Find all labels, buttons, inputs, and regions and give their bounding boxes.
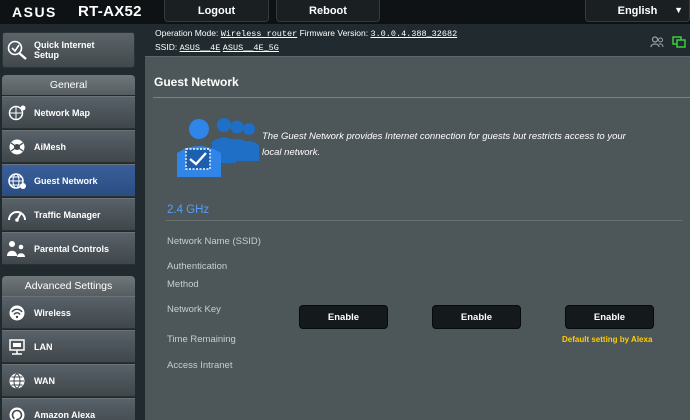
- field-label-auth-line2: Method: [167, 279, 199, 290]
- sidebar-item-guest-network[interactable]: Guest Network: [2, 164, 135, 197]
- lan-icon: [2, 330, 32, 363]
- wand-icon: [6, 39, 28, 66]
- chevron-down-icon: ▼: [674, 5, 683, 15]
- guest-network-description: The Guest Network provides Internet conn…: [262, 131, 626, 158]
- sidebar-item-label: Guest Network: [34, 175, 98, 186]
- quick-setup-label-line2: Setup: [34, 50, 60, 60]
- asus-logo: ASUS: [12, 2, 72, 22]
- quick-setup-label-line1: Quick Internet: [34, 40, 95, 50]
- band-label-2-4ghz: 2.4 GHz: [167, 204, 210, 216]
- field-label-access-intranet: Access Intranet: [167, 360, 233, 371]
- sidebar-item-parental-controls[interactable]: Parental Controls: [2, 232, 135, 265]
- sidebar-item-label: Network Map: [34, 107, 91, 118]
- reboot-button[interactable]: Reboot: [276, 0, 380, 22]
- sidebar-item-lan[interactable]: LAN: [2, 330, 135, 363]
- field-label-auth-line1: Authentication: [167, 261, 228, 272]
- sidebar: Quick Internet Setup General Network Map…: [0, 30, 136, 420]
- asus-logo-mark: ASUS: [12, 5, 57, 19]
- sidebar-item-label: Amazon Alexa: [34, 409, 96, 420]
- language-select[interactable]: English ▼: [585, 0, 690, 22]
- status-line-ssid: SSID: ASUS__4E ASUS__4E_5G: [155, 42, 279, 53]
- family-icon: [2, 232, 32, 265]
- language-value: English: [617, 4, 658, 17]
- sidebar-item-wan[interactable]: WAN: [2, 364, 135, 397]
- enable-button-3[interactable]: Enable: [565, 305, 654, 329]
- advanced-section-title: Advanced Settings: [2, 276, 135, 296]
- sidebar-item-label: LAN: [34, 341, 53, 352]
- sidebar-item-label: WAN: [34, 375, 55, 386]
- top-bar: ASUS RT-AX52 Logout Reboot English ▼: [0, 0, 690, 24]
- ssid-5-link[interactable]: ASUS__4E_5G: [223, 43, 279, 53]
- sidebar-item-label: Traffic Manager: [34, 209, 101, 220]
- svg-text:ASUS: ASUS: [12, 5, 57, 19]
- sidebar-item-traffic-manager[interactable]: Traffic Manager: [2, 198, 135, 231]
- sidebar-item-wireless[interactable]: Wireless: [2, 296, 135, 329]
- logout-button[interactable]: Logout: [164, 0, 269, 22]
- field-label-ssid: Network Name (SSID): [167, 236, 261, 247]
- clients-icon[interactable]: [650, 35, 664, 53]
- router-model: RT-AX52: [78, 3, 142, 20]
- alexa-icon: [2, 398, 32, 420]
- gauge-icon: [2, 198, 32, 231]
- status-strip: Operation Mode: Wireless router Firmware…: [145, 24, 690, 56]
- band-divider: [166, 220, 682, 221]
- sidebar-item-label: AiMesh: [34, 141, 67, 152]
- enable-button-1[interactable]: Enable: [299, 305, 388, 329]
- quick-setup-label: Quick Internet Setup: [34, 40, 95, 60]
- sidebar-item-label: Parental Controls: [34, 243, 110, 254]
- operation-mode-label: Operation Mode:: [155, 28, 219, 38]
- wifi-icon: [2, 296, 32, 329]
- globe-icon: [2, 164, 32, 197]
- title-divider: [153, 97, 690, 98]
- main-panel: Guest Network The Guest Network provides…: [145, 56, 690, 420]
- sidebar-item-aimesh[interactable]: AiMesh: [2, 130, 135, 163]
- network-map-icon: [2, 96, 32, 129]
- firmware-link[interactable]: 3.0.0.4.388_32682: [370, 29, 457, 39]
- operation-mode-link[interactable]: Wireless router: [221, 29, 298, 39]
- page-title: Guest Network: [154, 75, 239, 89]
- sidebar-item-network-map[interactable]: Network Map: [2, 96, 135, 129]
- ssid-24-link[interactable]: ASUS__4E: [180, 43, 221, 53]
- aimesh-icon: [2, 130, 32, 163]
- sidebar-item-label: Wireless: [34, 307, 71, 318]
- field-label-time-remaining: Time Remaining: [167, 334, 236, 345]
- sidebar-item-amazon-alexa[interactable]: Amazon Alexa: [2, 398, 135, 420]
- network-status-icon[interactable]: [672, 35, 686, 53]
- quick-internet-setup[interactable]: Quick Internet Setup: [2, 32, 135, 68]
- alexa-default-note: Default setting by Alexa: [562, 335, 653, 344]
- wan-globe-icon: [2, 364, 32, 397]
- firmware-label: Firmware Version:: [299, 28, 369, 38]
- general-section-title: General: [2, 75, 135, 95]
- field-label-network-key: Network Key: [167, 304, 221, 315]
- ssid-label: SSID:: [155, 42, 178, 52]
- enable-button-2[interactable]: Enable: [432, 305, 521, 329]
- status-line-mode: Operation Mode: Wireless router Firmware…: [155, 28, 457, 39]
- guest-users-icon: [172, 117, 262, 184]
